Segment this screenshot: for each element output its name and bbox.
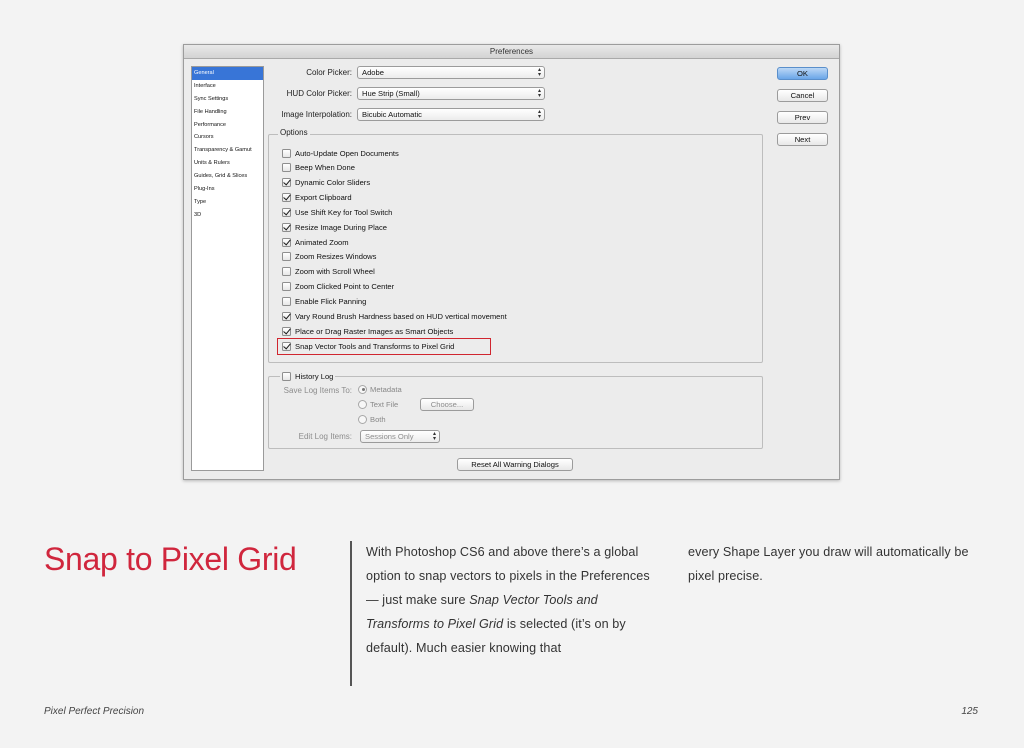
- body-column-2: every Shape Layer you draw will automati…: [688, 545, 969, 583]
- option-row[interactable]: Beep When Done: [282, 162, 355, 174]
- option-label: Enable Flick Panning: [295, 297, 367, 306]
- option-checkbox[interactable]: [282, 193, 291, 203]
- option-checkbox[interactable]: [282, 252, 291, 262]
- preferences-sidebar: General Interface Sync Settings File Han…: [191, 66, 264, 471]
- option-row[interactable]: Enable Flick Panning: [282, 296, 366, 308]
- dialog-title: Preferences: [184, 45, 839, 59]
- radio-both-row[interactable]: Both: [358, 413, 386, 425]
- select-arrows-icon: ▴ ▾: [537, 66, 541, 78]
- sidebar-item-guides-grid-slices[interactable]: Guides, Grid & Slices: [192, 170, 263, 183]
- select-arrows-icon: ▴ ▾: [537, 87, 541, 99]
- option-label: Zoom with Scroll Wheel: [295, 267, 375, 277]
- edit-log-items-label: Edit Log Items:: [298, 432, 352, 441]
- color-picker-select[interactable]: Adobe ▴ ▾: [357, 66, 545, 79]
- option-label: Auto-Update Open Documents: [295, 148, 399, 158]
- option-label: Export Clipboard: [295, 193, 352, 203]
- column-divider: [350, 541, 352, 686]
- option-checkbox[interactable]: [282, 148, 291, 158]
- highlight-box: [277, 338, 491, 355]
- color-picker-value: Adobe: [362, 68, 384, 77]
- cancel-button[interactable]: Cancel: [777, 89, 828, 102]
- radio-both[interactable]: [358, 414, 367, 424]
- option-checkbox[interactable]: [282, 207, 291, 217]
- option-label: Zoom Resizes Windows: [295, 252, 377, 262]
- image-interpolation-select[interactable]: Bicubic Automatic ▴ ▾: [357, 108, 545, 121]
- edit-log-items-select[interactable]: Sessions Only ▴ ▾: [360, 430, 440, 443]
- edit-log-items-value: Sessions Only: [365, 432, 414, 441]
- footer-title: Pixel Perfect Precision: [44, 706, 145, 717]
- radio-metadata-row[interactable]: Metadata: [358, 383, 402, 395]
- option-row[interactable]: Auto-Update Open Documents: [282, 147, 399, 159]
- history-log-label: History Log: [295, 371, 334, 381]
- image-interpolation-label: Image Interpolation:: [281, 110, 352, 119]
- radio-metadata[interactable]: [358, 384, 367, 394]
- option-checkbox[interactable]: [282, 178, 291, 188]
- hud-color-picker-value: Hue Strip (Small): [362, 89, 420, 98]
- save-log-items-label: Save Log Items To:: [283, 386, 352, 395]
- option-row[interactable]: Animated Zoom: [282, 236, 349, 248]
- option-checkbox[interactable]: [282, 311, 291, 321]
- option-checkbox[interactable]: [282, 267, 291, 277]
- ok-button[interactable]: OK: [777, 67, 828, 80]
- sidebar-item-plug-ins[interactable]: Plug-Ins: [192, 183, 263, 196]
- reset-warning-dialogs-button[interactable]: Reset All Warning Dialogs: [457, 458, 573, 471]
- option-row[interactable]: Vary Round Brush Hardness based on HUD v…: [282, 310, 507, 322]
- radio-text-file-row[interactable]: Text File: [358, 398, 398, 410]
- option-row[interactable]: Use Shift Key for Tool Switch: [282, 206, 392, 218]
- option-row[interactable]: Export Clipboard: [282, 192, 352, 204]
- option-label: Dynamic Color Sliders: [295, 178, 371, 188]
- option-checkbox[interactable]: [282, 237, 291, 247]
- sidebar-item-3d[interactable]: 3D: [192, 209, 263, 222]
- history-log-row[interactable]: History Log: [280, 370, 336, 382]
- radio-text-file[interactable]: [358, 399, 367, 409]
- option-checkbox[interactable]: [282, 297, 291, 306]
- sidebar-item-units-rulers[interactable]: Units & Rulers: [192, 157, 263, 170]
- option-row[interactable]: Zoom with Scroll Wheel: [282, 266, 375, 278]
- sidebar-item-transparency-gamut[interactable]: Transparency & Gamut: [192, 144, 263, 157]
- option-checkbox[interactable]: [282, 326, 291, 336]
- page-heading: Snap to Pixel Grid: [44, 541, 297, 577]
- hud-color-picker-select[interactable]: Hue Strip (Small) ▴ ▾: [357, 87, 545, 100]
- image-interpolation-value: Bicubic Automatic: [362, 110, 422, 119]
- option-row[interactable]: Place or Drag Raster Images as Smart Obj…: [282, 325, 453, 337]
- option-row[interactable]: Zoom Resizes Windows: [282, 251, 376, 263]
- option-label: Use Shift Key for Tool Switch: [295, 207, 393, 217]
- sidebar-item-type[interactable]: Type: [192, 196, 263, 209]
- radio-text-file-label: Text File: [370, 399, 399, 409]
- next-button[interactable]: Next: [777, 133, 828, 146]
- option-row[interactable]: Resize Image During Place: [282, 221, 387, 233]
- option-checkbox[interactable]: [282, 282, 291, 292]
- radio-both-label: Both: [370, 414, 386, 424]
- sidebar-item-cursors[interactable]: Cursors: [192, 131, 263, 144]
- choose-button[interactable]: Choose...: [420, 398, 474, 411]
- hud-color-picker-label: HUD Color Picker:: [286, 89, 352, 98]
- option-label: Beep When Done: [295, 163, 355, 173]
- select-arrows-icon: ▴ ▾: [432, 430, 436, 442]
- radio-metadata-label: Metadata: [370, 384, 402, 394]
- page-number: 125: [961, 706, 978, 717]
- option-label: Vary Round Brush Hardness based on HUD v…: [295, 311, 507, 321]
- option-row[interactable]: Dynamic Color Sliders: [282, 177, 370, 189]
- body-column-1: With Photoshop CS6 and above there’s a g…: [366, 540, 656, 660]
- option-label: Zoom Clicked Point to Center: [295, 282, 395, 292]
- color-picker-label: Color Picker:: [306, 68, 352, 77]
- option-row[interactable]: Zoom Clicked Point to Center: [282, 281, 394, 293]
- sidebar-item-performance[interactable]: Performance: [192, 119, 263, 132]
- option-label: Resize Image During Place: [295, 222, 388, 232]
- option-label: Place or Drag Raster Images as Smart Obj…: [295, 326, 454, 336]
- option-label: Animated Zoom: [295, 237, 349, 247]
- option-checkbox[interactable]: [282, 222, 291, 232]
- prev-button[interactable]: Prev: [777, 111, 828, 124]
- history-log-checkbox[interactable]: [282, 371, 291, 381]
- select-arrows-icon: ▴ ▾: [537, 108, 541, 120]
- options-group-title: Options: [278, 128, 310, 137]
- option-checkbox[interactable]: [282, 163, 291, 173]
